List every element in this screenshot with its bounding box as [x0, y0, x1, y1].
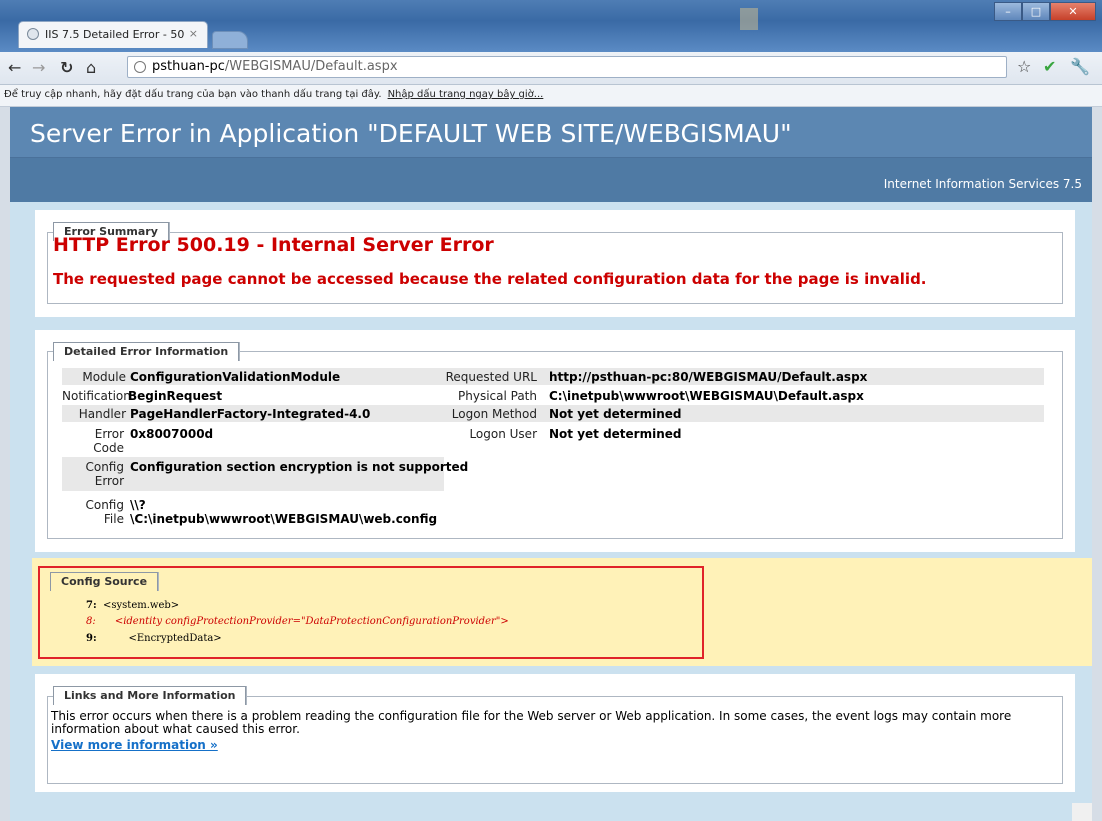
logon-method-value: Not yet determined	[549, 407, 682, 421]
maximize-button[interactable]: □	[1022, 2, 1050, 21]
home-icon[interactable]: ⌂	[86, 58, 96, 77]
wrench-icon[interactable]: 🔧	[1070, 57, 1090, 76]
config-error-value: Configuration section encryption is not …	[130, 460, 469, 474]
detailed-error-panel: Detailed Error Information Module Config…	[35, 330, 1075, 552]
config-file-label: Config File	[85, 498, 124, 526]
reload-icon[interactable]: ↻	[60, 58, 73, 77]
module-label: Module	[82, 370, 126, 384]
error-message: The requested page cannot be accessed be…	[53, 270, 927, 288]
page-header: Server Error in Application "DEFAULT WEB…	[10, 107, 1092, 158]
links-panel: Links and More Information This error oc…	[35, 674, 1075, 792]
minimize-button[interactable]: –	[994, 2, 1022, 21]
browser-window: IIS 7.5 Detailed Error - 500.1 × – □ ✕ ←…	[0, 0, 1102, 821]
close-window-button[interactable]: ✕	[1050, 2, 1096, 21]
title-bar-decoration	[740, 8, 758, 30]
page-title: Server Error in Application "DEFAULT WEB…	[30, 119, 792, 148]
logon-user-label: Logon User	[469, 427, 537, 441]
notification-value: BeginRequest	[128, 389, 223, 403]
tab-close-icon[interactable]: ×	[189, 27, 198, 40]
import-bookmarks-link[interactable]: Nhập dấu trang ngay bây giờ...	[388, 89, 544, 100]
logon-user-value: Not yet determined	[549, 427, 682, 441]
config-error-label: Config Error	[85, 460, 124, 488]
scrollbar-corner	[1072, 803, 1092, 821]
detailed-error-legend: Detailed Error Information	[53, 342, 240, 361]
forward-icon[interactable]: →	[32, 58, 45, 77]
handler-label: Handler	[78, 407, 126, 421]
requested-url-label: Requested URL	[445, 370, 537, 384]
page-content: Server Error in Application "DEFAULT WEB…	[10, 107, 1092, 821]
module-value: ConfigurationValidationModule	[130, 370, 341, 384]
view-more-information-link[interactable]: View more information »	[51, 738, 218, 752]
logon-method-label: Logon Method	[451, 407, 537, 421]
error-code-value: 0x8007000d	[130, 427, 214, 441]
error-code-label: Error Code	[93, 427, 124, 455]
title-bar: IIS 7.5 Detailed Error - 500.1 × – □ ✕	[0, 0, 1102, 52]
url-text[interactable]: psthuan-pc/WEBGISMAU/Default.aspx	[152, 59, 398, 74]
page-subheader: Internet Information Services 7.5	[10, 158, 1092, 202]
error-summary-panel: Error Summary HTTP Error 500.19 - Intern…	[35, 210, 1075, 317]
url-host: psthuan-pc	[152, 59, 225, 74]
new-tab-button[interactable]	[212, 31, 248, 49]
browser-tab[interactable]: IIS 7.5 Detailed Error - 500.1 ×	[18, 21, 208, 48]
browser-toolbar: ← → ↻ ⌂ psthuan-pc/WEBGISMAU/Default.asp…	[0, 52, 1102, 85]
physical-path-value: C:\inetpub\wwwroot\WEBGISMAU\Default.asp…	[549, 389, 864, 403]
back-icon[interactable]: ←	[8, 58, 21, 77]
server-name: Internet Information Services 7.5	[883, 177, 1082, 191]
check-icon[interactable]: ✔	[1043, 57, 1056, 76]
bookmarks-hint: Để truy cập nhanh, hãy đặt dấu trang của…	[4, 89, 543, 100]
bookmarks-text: Để truy cập nhanh, hãy đặt dấu trang của…	[4, 89, 382, 100]
handler-value: PageHandlerFactory-Integrated-4.0	[130, 407, 371, 421]
physical-path-label: Physical Path	[458, 389, 537, 403]
page-icon	[27, 28, 39, 40]
links-description: This error occurs when there is a proble…	[51, 709, 1012, 736]
error-title: HTTP Error 500.19 - Internal Server Erro…	[53, 234, 494, 256]
window-controls: – □ ✕	[994, 2, 1096, 22]
config-file-value: \\?\C:\inetpub\wwwroot\WEBGISMAU\web.con…	[130, 498, 438, 526]
notification-label: Notification	[62, 389, 131, 403]
bookmarks-bar: Để truy cập nhanh, hãy đặt dấu trang của…	[0, 85, 1102, 107]
address-bar[interactable]: psthuan-pc/WEBGISMAU/Default.aspx	[127, 56, 1007, 78]
url-path: /WEBGISMAU/Default.aspx	[224, 59, 398, 74]
tab-title: IIS 7.5 Detailed Error - 500.1	[45, 28, 185, 41]
requested-url-value: http://psthuan-pc:80/WEBGISMAU/Default.a…	[549, 370, 868, 384]
globe-icon	[134, 61, 146, 73]
highlight-annotation	[38, 566, 704, 659]
links-legend: Links and More Information	[53, 686, 247, 705]
star-icon[interactable]: ☆	[1017, 57, 1031, 76]
